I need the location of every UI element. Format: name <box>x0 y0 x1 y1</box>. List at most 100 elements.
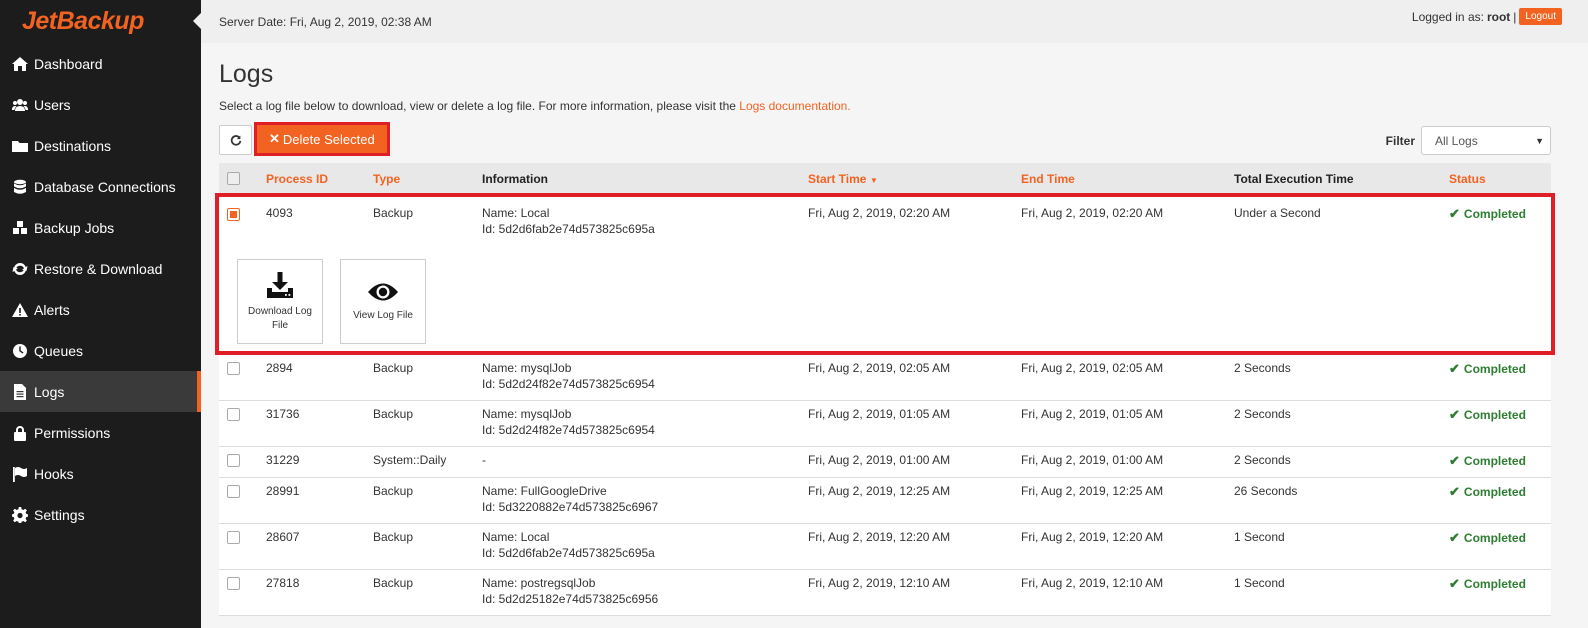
select-all-checkbox[interactable] <box>227 172 240 188</box>
download-icon <box>267 271 293 298</box>
refresh-button[interactable] <box>219 125 252 155</box>
table-row[interactable]: 28607 Backup Name: Local Id: 5d2d6fab2e74d5… <box>219 524 1551 570</box>
logout-button[interactable]: Logout <box>1519 8 1562 25</box>
sidebar-item-database-connections[interactable]: Database Connections <box>0 166 201 207</box>
end-time: Fri, Aug 2, 2019, 12:20 AM <box>1021 530 1164 544</box>
page-description: Select a log file below to download, vie… <box>219 99 1551 113</box>
process-id: 28991 <box>266 484 300 498</box>
column-type[interactable]: Type <box>373 172 400 186</box>
status-badge: ✔ Completed <box>1449 530 1526 545</box>
sidebar-item-hooks[interactable]: Hooks <box>0 453 201 494</box>
column-process-id[interactable]: Process ID <box>266 172 328 186</box>
table-row[interactable]: 4093 Backup Name: Local Id: 5d2d6fab2e74… <box>219 197 1551 257</box>
users-icon <box>10 97 30 113</box>
sidebar-item-destinations[interactable]: Destinations <box>0 125 201 166</box>
job-type: Backup <box>373 576 414 590</box>
sidebar-item-label: Settings <box>34 506 85 523</box>
sidebar-item-label: Backup Jobs <box>34 219 115 236</box>
flag-icon <box>10 466 30 482</box>
sidebar-item-alerts[interactable]: Alerts <box>0 289 201 330</box>
sidebar-item-backup-jobs[interactable]: Backup Jobs <box>0 207 201 248</box>
column-status[interactable]: Status <box>1449 172 1486 186</box>
info-name: Name: postregsqlJob <box>482 576 596 590</box>
check-icon: ✔ <box>1449 530 1460 545</box>
column-start-time[interactable]: Start Time ▼ <box>808 172 878 186</box>
folder-icon <box>10 138 30 154</box>
start-time: Fri, Aug 2, 2019, 01:05 AM <box>808 407 951 421</box>
sidebar-item-label: Users <box>34 96 71 113</box>
table-body: 2894 Backup Name: mysqlJob Id: 5d2d24f82e74… <box>219 355 1551 616</box>
info-id: Id: 5d2d24f82e74d573825c6954 <box>482 377 655 391</box>
sidebar: JetBackup Dashboard Users Destinations D… <box>0 0 201 628</box>
job-type: Backup <box>373 407 414 421</box>
process-id: 2894 <box>266 361 293 375</box>
filter-select[interactable]: All Logs ▼ <box>1421 126 1551 155</box>
execution-time: 2 Seconds <box>1234 407 1291 421</box>
table-row[interactable]: 31736 Backup Name: mysqlJob Id: 5d2d24f82e7… <box>219 401 1551 447</box>
warning-icon <box>10 302 30 318</box>
start-time: Fri, Aug 2, 2019, 01:00 AM <box>808 453 951 467</box>
row-checkbox[interactable] <box>227 454 240 470</box>
column-information: Information <box>482 172 548 186</box>
download-log-file-button[interactable]: Download Log File <box>237 259 323 344</box>
execution-time: 1 Second <box>1234 530 1285 544</box>
logo[interactable]: JetBackup <box>0 0 201 43</box>
sidebar-item-users[interactable]: Users <box>0 84 201 125</box>
execution-time: 1 Second <box>1234 576 1285 590</box>
table-row[interactable]: 31229 System::Daily - Fri, Aug 2, 2019, 01:… <box>219 447 1551 478</box>
sidebar-item-label: Destinations <box>34 137 112 154</box>
row-checkbox[interactable] <box>227 208 240 224</box>
main-content: Logs Select a log file below to download… <box>215 43 1555 616</box>
execution-time: 2 Seconds <box>1234 453 1291 467</box>
row-checkbox[interactable] <box>227 362 240 378</box>
table-header: Process ID Type Information Start Time ▼… <box>219 163 1551 193</box>
home-icon <box>10 56 30 72</box>
sidebar-item-settings[interactable]: Settings <box>0 494 201 535</box>
top-bar: Server Date: Fri, Aug 2, 2019, 02:38 AM … <box>201 0 1588 43</box>
check-icon: ✔ <box>1449 407 1460 422</box>
execution-time: 26 Seconds <box>1234 484 1298 498</box>
gear-icon <box>10 506 30 523</box>
check-icon: ✔ <box>1449 484 1460 499</box>
clock-icon <box>10 343 30 359</box>
logs-documentation-link[interactable]: Logs documentation. <box>739 99 850 113</box>
status-badge: ✔ Completed <box>1449 407 1526 422</box>
separator: | <box>1513 9 1517 24</box>
sidebar-item-permissions[interactable]: Permissions <box>0 412 201 453</box>
sidebar-item-dashboard[interactable]: Dashboard <box>0 43 201 84</box>
start-time: Fri, Aug 2, 2019, 12:20 AM <box>808 530 951 544</box>
end-time: Fri, Aug 2, 2019, 12:10 AM <box>1021 576 1164 590</box>
sidebar-item-label: Queues <box>34 342 84 359</box>
column-end-time[interactable]: End Time <box>1021 172 1075 186</box>
end-time: Fri, Aug 2, 2019, 02:20 AM <box>1021 206 1164 220</box>
row-checkbox[interactable] <box>227 408 240 424</box>
execution-time: Under a Second <box>1234 206 1321 220</box>
sidebar-item-logs[interactable]: Logs <box>0 371 201 412</box>
info-id: Id: 5d2d25182e74d573825c6956 <box>482 592 659 606</box>
row-checkbox[interactable] <box>227 485 240 501</box>
view-log-file-button[interactable]: View Log File <box>340 259 426 344</box>
username: root <box>1486 9 1511 24</box>
logs-table: Process ID Type Information Start Time ▼… <box>215 163 1555 616</box>
execution-time: 2 Seconds <box>1234 361 1291 375</box>
table-row[interactable]: 28991 Backup Name: FullGoogleDrive Id: 5d32… <box>219 478 1551 524</box>
sidebar-item-queues[interactable]: Queues <box>0 330 201 371</box>
start-time: Fri, Aug 2, 2019, 12:10 AM <box>808 576 951 590</box>
table-row[interactable]: 27818 Backup Name: postregsqlJob Id: 5d2d25… <box>219 570 1551 616</box>
check-icon: ✔ <box>1449 453 1460 468</box>
check-icon: ✔ <box>1449 576 1460 591</box>
row-checkbox[interactable] <box>227 577 240 593</box>
job-type: Backup <box>373 484 414 498</box>
sidebar-item-restore-download[interactable]: Restore & Download <box>0 248 201 289</box>
sidebar-item-label: Restore & Download <box>34 260 163 277</box>
delete-selected-button[interactable]: ✕ Delete Selected <box>257 125 387 153</box>
column-total-execution-time: Total Execution Time <box>1234 172 1354 186</box>
sidebar-item-label: Dashboard <box>34 55 103 72</box>
download-label-line2: File <box>271 319 289 331</box>
status-badge: ✔ Completed <box>1449 361 1526 376</box>
status-badge: ✔ Completed <box>1449 453 1526 468</box>
row-checkbox[interactable] <box>227 531 240 547</box>
status-badge: ✔ Completed <box>1449 576 1526 591</box>
table-row[interactable]: 2894 Backup Name: mysqlJob Id: 5d2d24f82e74… <box>219 355 1551 401</box>
page-title: Logs <box>219 60 274 88</box>
